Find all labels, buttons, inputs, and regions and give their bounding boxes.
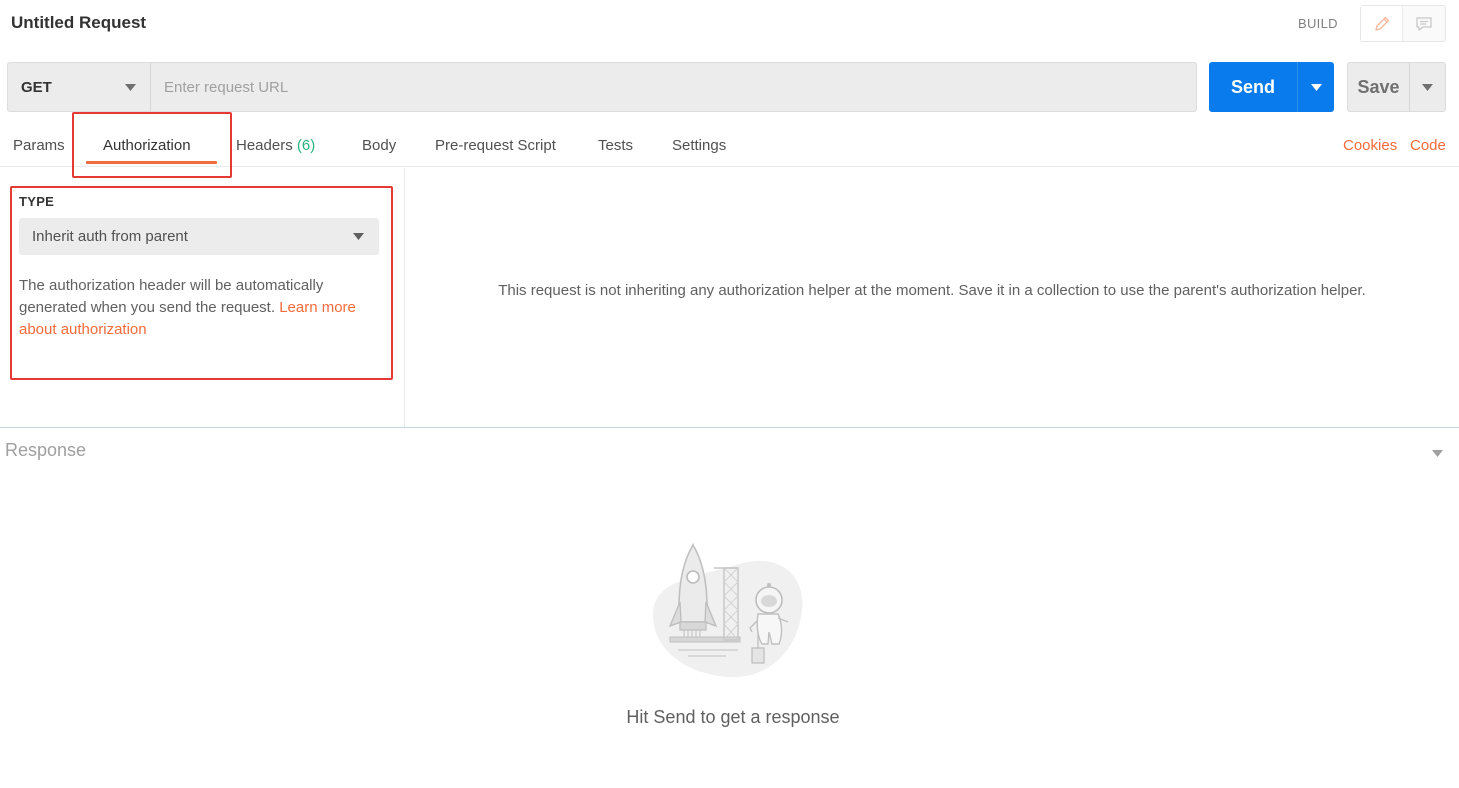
response-header: Response: [0, 427, 1459, 471]
tab-settings[interactable]: Settings: [672, 137, 726, 154]
caret-down-icon: [1432, 450, 1443, 457]
tab-authorization[interactable]: Authorization: [103, 137, 191, 154]
send-button-group: Send: [1209, 62, 1334, 112]
request-header: Untitled Request BUILD: [0, 0, 1459, 50]
auth-description: The authorization header will be automat…: [19, 275, 385, 341]
tab-pre-request-script[interactable]: Pre-request Script: [435, 137, 556, 154]
active-tab-indicator: [86, 161, 217, 164]
caret-down-icon: [1422, 83, 1433, 91]
rocket-astronaut-illustration: [653, 542, 803, 678]
response-empty-hint: Hit Send to get a response: [626, 707, 840, 727]
auth-type-select[interactable]: Inherit auth from parent: [19, 218, 379, 255]
save-options-button[interactable]: [1410, 63, 1445, 111]
method-value: GET: [21, 78, 52, 96]
tab-tests[interactable]: Tests: [598, 137, 633, 154]
edit-mode-button[interactable]: [1361, 6, 1404, 41]
tab-headers-label: Headers: [236, 137, 293, 154]
request-tabs: Params Authorization Headers (6) Body Pr…: [0, 125, 1459, 167]
comments-mode-button[interactable]: [1403, 6, 1445, 41]
send-options-button[interactable]: [1297, 62, 1334, 112]
headers-count-badge: (6): [296, 137, 316, 154]
auth-type-label: TYPE: [19, 194, 55, 209]
method-select[interactable]: GET: [8, 63, 151, 111]
response-collapse-toggle[interactable]: [1432, 444, 1443, 462]
pencil-icon: [1374, 16, 1389, 31]
auth-type-panel: TYPE Inherit auth from parent The author…: [0, 168, 405, 427]
build-mode-label: BUILD: [1298, 16, 1338, 31]
auth-type-value: Inherit auth from parent: [32, 228, 188, 245]
mode-toggle-group: [1360, 5, 1446, 42]
chevron-down-icon: [125, 83, 136, 91]
response-label: Response: [5, 440, 87, 460]
auth-details-panel: This request is not inheriting any autho…: [405, 168, 1459, 427]
request-title[interactable]: Untitled Request: [11, 13, 146, 33]
url-input[interactable]: [151, 63, 1196, 111]
url-bar: GET: [7, 62, 1197, 112]
tab-headers[interactable]: Headers (6): [236, 137, 315, 154]
save-button[interactable]: Save: [1348, 63, 1410, 111]
cookies-link[interactable]: Cookies: [1343, 137, 1397, 154]
tab-body[interactable]: Body: [362, 137, 396, 154]
code-link[interactable]: Code: [1410, 137, 1446, 154]
send-button[interactable]: Send: [1209, 62, 1297, 112]
comment-icon: [1416, 16, 1432, 31]
caret-down-icon: [1310, 83, 1322, 91]
tab-params[interactable]: Params: [13, 137, 65, 154]
auth-inherit-note: This request is not inheriting any autho…: [498, 282, 1366, 299]
save-button-group: Save: [1347, 62, 1446, 112]
chevron-down-icon: [353, 233, 364, 240]
auth-description-text: The authorization header will be automat…: [19, 277, 324, 316]
